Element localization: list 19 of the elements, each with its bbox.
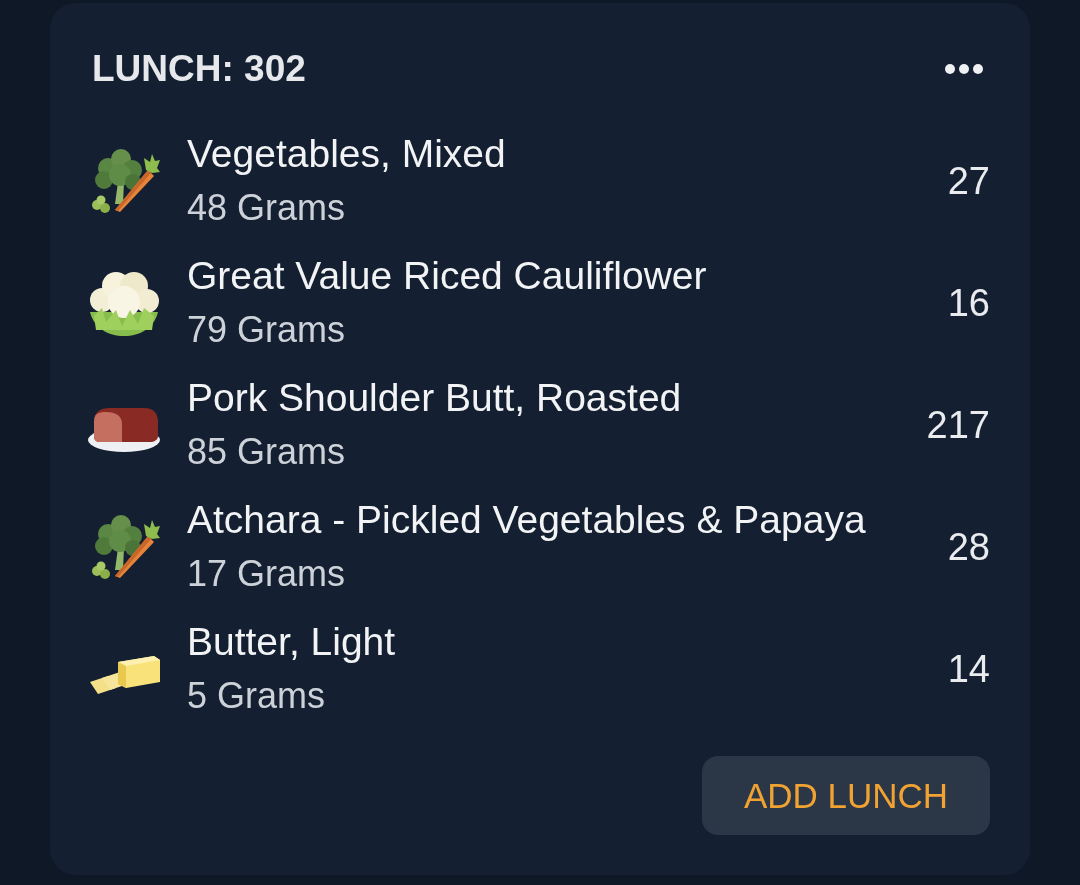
more-icon[interactable] bbox=[945, 64, 983, 74]
calorie-count: 217 bbox=[926, 403, 990, 447]
calorie-count: 28 bbox=[947, 525, 990, 569]
calorie-count: 16 bbox=[947, 281, 990, 325]
food-name: Pork Shoulder Butt, Roasted bbox=[187, 375, 682, 421]
food-name: Atchara - Pickled Vegetables & Papaya bbox=[187, 497, 866, 543]
food-name: Great Value Riced Cauliflower bbox=[187, 253, 707, 299]
calorie-count: 27 bbox=[947, 159, 990, 203]
food-amount: 79 Grams bbox=[187, 308, 346, 352]
food-name: Vegetables, Mixed bbox=[187, 131, 506, 177]
meal-title: LUNCH: 302 bbox=[92, 49, 306, 89]
food-amount: 5 Grams bbox=[187, 674, 326, 718]
food-amount: 48 Grams bbox=[187, 186, 346, 230]
food-name: Butter, Light bbox=[187, 619, 396, 665]
calorie-count: 14 bbox=[947, 647, 990, 691]
food-amount: 17 Grams bbox=[187, 552, 346, 596]
add-lunch-button[interactable]: ADD LUNCH bbox=[702, 756, 990, 835]
cauliflower-icon bbox=[88, 270, 160, 336]
food-amount: 85 Grams bbox=[187, 430, 346, 474]
